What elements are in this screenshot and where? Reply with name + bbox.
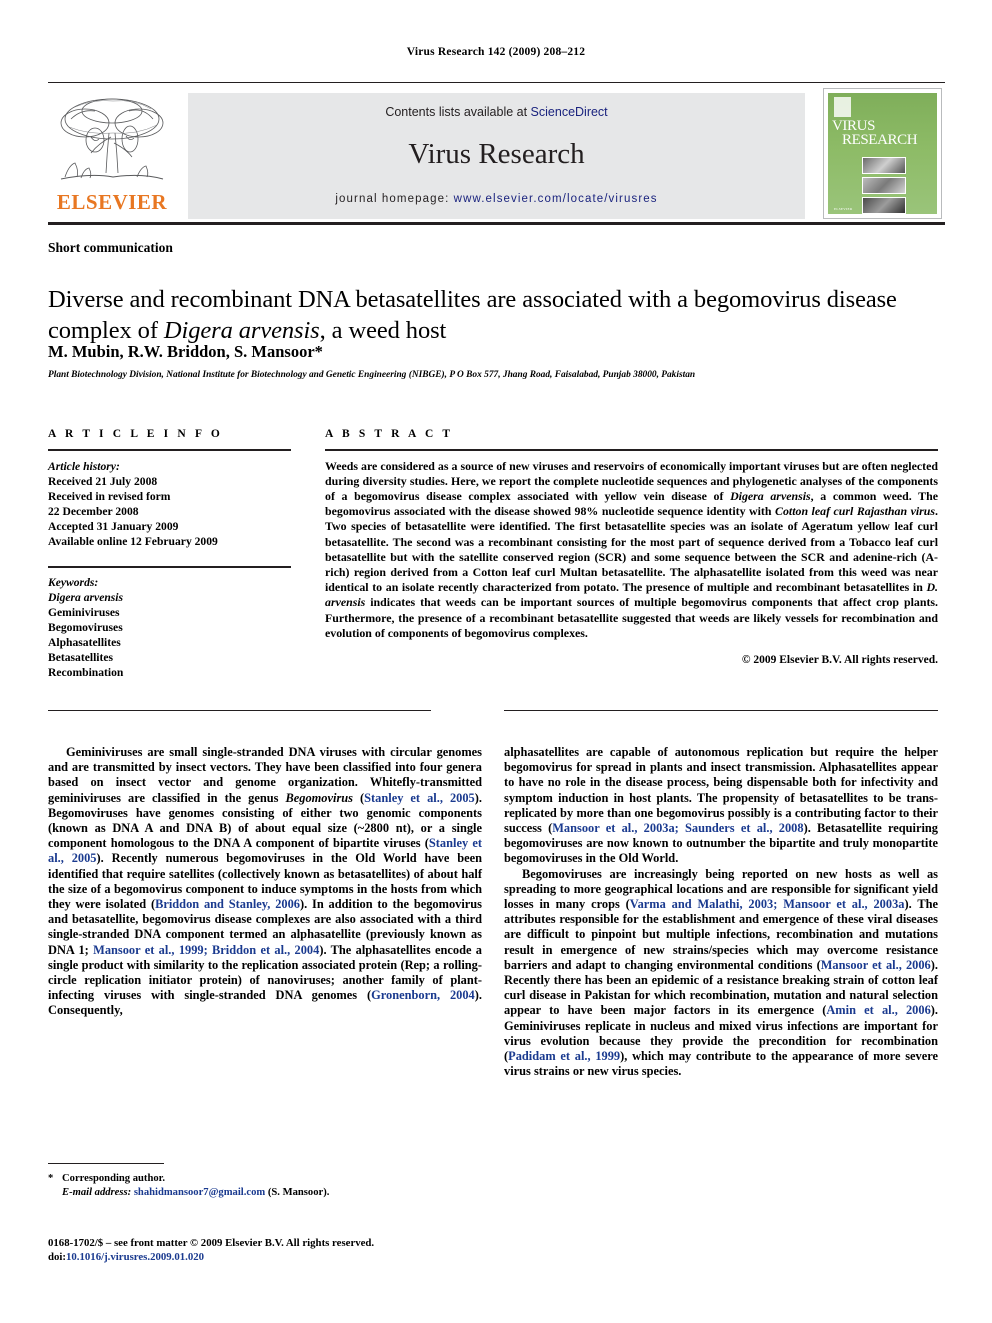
citation-link[interactable]: Stanley et al., 2005 xyxy=(364,791,475,805)
cover-micrograph-2 xyxy=(862,177,906,194)
doi-link[interactable]: 10.1016/j.virusres.2009.01.020 xyxy=(66,1251,204,1263)
abstract-species-1: Digera arvensis xyxy=(730,489,811,503)
citation-link[interactable]: Mansoor et al., 2006 xyxy=(821,958,931,972)
imprint-block: 0168-1702/$ – see front matter © 2009 El… xyxy=(48,1236,548,1264)
title-species: Digera arvensis xyxy=(163,317,320,345)
article-info-block: A R T I C L E I N F O Article history: R… xyxy=(48,428,291,680)
left-column-rule xyxy=(48,710,431,712)
cover-micrograph-strip xyxy=(862,157,932,214)
contents-available-line: Contents lists available at ScienceDirec… xyxy=(188,105,805,119)
abstract-text: Weeds are considered as a source of new … xyxy=(325,459,938,641)
sciencedirect-link[interactable]: ScienceDirect xyxy=(531,105,608,119)
masthead-bottom-rule xyxy=(48,222,945,225)
doi-line: doi:10.1016/j.virusres.2009.01.020 xyxy=(48,1250,548,1264)
elsevier-tree-icon xyxy=(51,93,173,190)
body-paragraph: Begomoviruses are increasingly being rep… xyxy=(504,867,938,1080)
issn-line: 0168-1702/$ – see front matter © 2009 El… xyxy=(48,1237,375,1249)
journal-article-page: Virus Research 142 (2009) 208–212 ELSEVI… xyxy=(0,0,992,1323)
article-info-rule xyxy=(48,449,291,451)
citation-link[interactable]: Mansoor et al., 2003a; Saunders et al., … xyxy=(552,821,803,835)
cover-footer-text: ELSEVIER xyxy=(834,207,853,211)
footnote-rule xyxy=(48,1163,164,1165)
abstract-species-2: Cotton leaf curl Rajasthan virus xyxy=(775,504,936,519)
article-section-type: Short communication xyxy=(48,240,173,255)
keywords-block: Keywords: Digera arvensis Geminiviruses … xyxy=(48,575,291,681)
citation-link[interactable]: Mansoor et al., 1999; Briddon et al., 20… xyxy=(93,943,319,957)
citation-link[interactable]: Briddon and Stanley, 2006 xyxy=(155,897,300,911)
article-title: Diverse and recombinant DNA betasatellit… xyxy=(48,284,938,346)
elsevier-wordmark: ELSEVIER xyxy=(56,190,168,214)
keyword-item: Betasatellites xyxy=(48,651,114,665)
journal-masthead: ELSEVIER Contents lists available at Sci… xyxy=(48,82,945,225)
keyword-item: Begomoviruses xyxy=(48,621,123,635)
citation-link[interactable]: Amin et al., 2006 xyxy=(826,1003,930,1017)
keywords-label: Keywords: xyxy=(48,575,99,589)
citation-link[interactable]: Gronenborn, 2004 xyxy=(371,988,475,1002)
history-item: Available online 12 February 2009 xyxy=(48,535,218,549)
article-history-label: Article history: xyxy=(48,459,120,473)
cover-publisher-logo-icon xyxy=(834,97,851,117)
right-column-rule xyxy=(504,710,938,712)
history-item: Accepted 31 January 2009 xyxy=(48,519,179,533)
email-owner: (S. Mansoor). xyxy=(265,1186,330,1198)
title-part-2: , a weed host xyxy=(319,317,447,345)
homepage-prefix: journal homepage: xyxy=(335,193,454,205)
article-info-heading: A R T I C L E I N F O xyxy=(48,428,223,440)
history-item: Received 21 July 2008 xyxy=(48,474,158,488)
journal-homepage-line: journal homepage: www.elsevier.com/locat… xyxy=(188,193,805,205)
abstract-block: A B S T R A C T Weeds are considered as … xyxy=(325,428,938,666)
doi-label: doi: xyxy=(48,1251,66,1263)
corresponding-line: * Corresponding author. xyxy=(48,1172,482,1186)
contents-prefix: Contents lists available at xyxy=(385,105,531,119)
corresponding-author-note: * Corresponding author. E-mail address: s… xyxy=(48,1172,482,1199)
journal-title: Virus Research xyxy=(408,138,585,170)
journal-homepage-link[interactable]: www.elsevier.com/locate/virusres xyxy=(454,193,658,205)
abstract-rule xyxy=(325,449,938,451)
email-line: E-mail address: shahidmansoor7@gmail.com… xyxy=(48,1186,482,1200)
body-column-right: alphasatellites are capable of autonomou… xyxy=(504,745,938,1079)
body-paragraph: Geminiviruses are small single-stranded … xyxy=(48,745,482,1019)
keyword-item: Geminiviruses xyxy=(48,605,120,619)
history-item: Received in revised form xyxy=(48,489,171,503)
author-affiliation: Plant Biotechnology Division, National I… xyxy=(48,370,696,380)
body-paragraph: alphasatellites are capable of autonomou… xyxy=(504,745,938,867)
journal-panel: Contents lists available at ScienceDirec… xyxy=(188,93,805,219)
abstract-heading: A B S T R A C T xyxy=(325,428,454,440)
elsevier-logo: ELSEVIER xyxy=(51,93,173,219)
email-label: E-mail address: xyxy=(62,1186,132,1198)
journal-cover-thumbnail: VIRUS RESEARCH ELSEVIER xyxy=(823,88,942,219)
cover-micrograph-1 xyxy=(862,157,906,174)
body-seg: ( xyxy=(352,790,365,805)
citation-link[interactable]: Padidam et al., 1999 xyxy=(508,1049,620,1063)
email-link[interactable]: shahidmansoor7@gmail.com xyxy=(134,1187,265,1198)
cover-title-line2: RESEARCH xyxy=(842,132,918,148)
keyword-item: Recombination xyxy=(48,666,124,680)
corresponding-label: Corresponding author. xyxy=(62,1173,166,1184)
keyword-item: Digera arvensis xyxy=(48,590,124,604)
masthead-top-rule xyxy=(48,82,945,83)
abstract-copyright: © 2009 Elsevier B.V. All rights reserved… xyxy=(741,654,938,667)
genus-name: Begomovirus xyxy=(285,790,353,805)
keywords-rule xyxy=(48,566,291,568)
citation-link[interactable]: Varma and Malathi, 2003; Mansoor et al.,… xyxy=(630,897,905,911)
article-history: Article history: Received 21 July 2008 R… xyxy=(48,459,291,550)
running-head: Virus Research 142 (2009) 208–212 xyxy=(406,46,586,58)
author-list: M. Mubin, R.W. Briddon, S. Mansoor* xyxy=(48,342,323,361)
history-item: 22 December 2008 xyxy=(48,504,139,518)
cover-title: VIRUS RESEARCH xyxy=(832,119,935,148)
asterisk-marker: * xyxy=(48,1173,54,1184)
keyword-item: Alphasatellites xyxy=(48,636,121,650)
abstract-seg-4: indicates that weeds can be important so… xyxy=(325,595,938,640)
body-column-left: Geminiviruses are small single-stranded … xyxy=(48,745,482,1019)
cover-micrograph-3 xyxy=(862,197,906,214)
